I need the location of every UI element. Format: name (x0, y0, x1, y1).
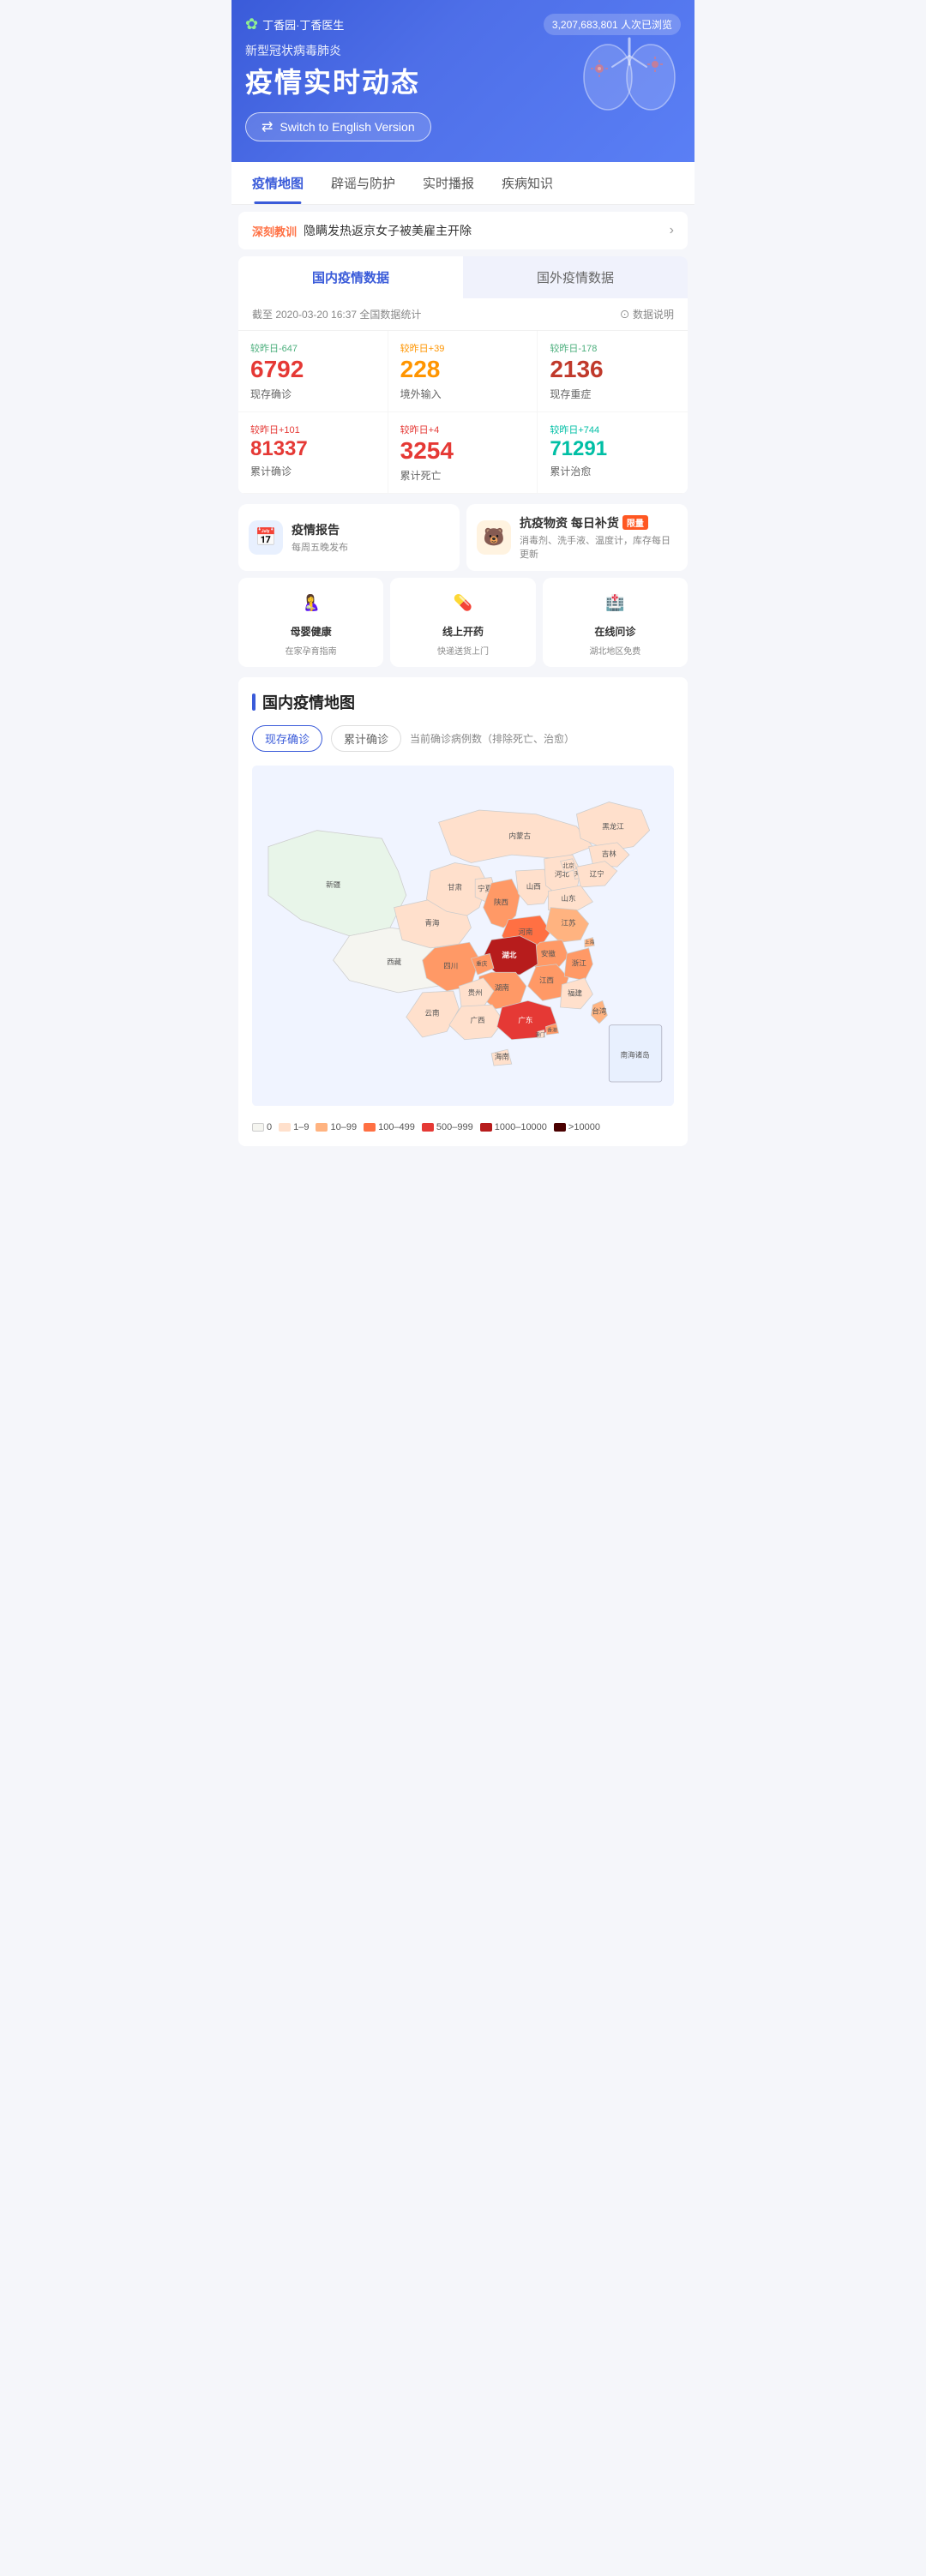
report-icon: 📅 (249, 520, 283, 555)
legend-color-0 (252, 1123, 264, 1132)
service-supplies-title: 抗疫物资 每日补货 限量 (520, 514, 677, 531)
tab-domestic-data[interactable]: 国内疫情数据 (238, 256, 463, 298)
map-title-bar (252, 694, 256, 711)
service-report-title: 疫情报告 (292, 521, 348, 538)
data-cell-severe: 较昨日-178 2136 现存重症 (538, 331, 688, 412)
english-version-button[interactable]: ⇄ Switch to English Version (245, 112, 431, 141)
diff-total-recovered: 较昨日+744 (550, 423, 676, 436)
news-arrow-icon: › (670, 223, 674, 238)
data-cell-total-confirmed: 较昨日+101 81337 累计确诊 (238, 412, 388, 494)
switch-icon: ⇄ (262, 118, 273, 135)
legend-500-999: 500–999 (422, 1122, 473, 1132)
label-total-recovered: 累计治愈 (550, 464, 676, 478)
map-legend: 0 1–9 10–99 100–499 500–999 1000–10000 >… (252, 1122, 674, 1132)
data-tabs: 国内疫情数据 国外疫情数据 (238, 256, 688, 298)
legend-10-99: 10–99 (316, 1122, 357, 1132)
service-medicine-title: 线上开药 (442, 624, 484, 639)
legend-100-499: 100–499 (364, 1122, 415, 1132)
data-timestamp: 截至 2020-03-20 16:37 全国数据统计 ⊙ 数据说明 (238, 298, 688, 331)
data-cell-current-confirmed: 较昨日-647 6792 现存确诊 (238, 331, 388, 412)
value-imported: 228 (400, 357, 526, 383)
supplies-badge: 限量 (622, 515, 648, 530)
value-total-confirmed: 81337 (250, 438, 376, 460)
service-card-report[interactable]: 📅 疫情报告 每周五晚发布 (238, 504, 460, 571)
nav-tabs: 疫情地图 辟谣与防护 实时播报 疾病知识 (232, 162, 694, 205)
legend-0: 0 (252, 1122, 272, 1132)
logo-text: 丁香园·丁香医生 (262, 16, 344, 33)
filter-current-confirmed[interactable]: 现存确诊 (252, 725, 322, 752)
legend-color-1-9 (279, 1123, 291, 1132)
medicine-icon: 💊 (448, 588, 478, 619)
value-current-confirmed: 6792 (250, 357, 376, 383)
service-report-content: 疫情报告 每周五晚发布 (292, 521, 348, 554)
service-supplies-desc: 消毒剂、洗手液、温度计，库存每日更新 (520, 533, 677, 561)
logo-icon: ✿ (245, 15, 258, 33)
lungs-decoration (578, 26, 681, 120)
label-severe: 现存重症 (550, 387, 676, 401)
service-section: 📅 疫情报告 每周五晚发布 🐻 抗疫物资 每日补货 限量 消毒剂、洗手液、温度计… (232, 494, 694, 677)
header: ✿ 丁香园·丁香医生 3,207,683,801 人次已浏览 新型冠状病毒肺炎 … (232, 0, 694, 162)
legend-color-500-999 (422, 1123, 434, 1132)
value-total-deaths: 3254 (400, 438, 526, 465)
maternal-icon: 🤱 (296, 588, 327, 619)
legend-1000-10000: 1000–10000 (480, 1122, 547, 1132)
map-title: 国内疫情地图 (262, 691, 355, 713)
legend-color-100-499 (364, 1123, 376, 1132)
service-card-consultation[interactable]: 🏥 在线问诊 湖北地区免费 (543, 578, 688, 667)
china-map-container: 新疆 西藏 青海 内蒙古 甘肃 宁夏 陕西 山西 河北 (252, 766, 674, 1108)
logo: ✿ 丁香园·丁香医生 (245, 15, 344, 33)
service-card-medicine[interactable]: 💊 线上开药 快递送货上门 (390, 578, 535, 667)
data-section: 国内疫情数据 国外疫情数据 截至 2020-03-20 16:37 全国数据统计… (238, 256, 688, 494)
tab-rumor-prevention[interactable]: 辟谣与防护 (317, 162, 409, 204)
tab-epidemic-map[interactable]: 疫情地图 (238, 162, 317, 204)
service-maternal-desc: 在家孕育指南 (286, 644, 337, 657)
news-tag: 深刻教训 (252, 223, 297, 239)
data-grid: 较昨日-647 6792 现存确诊 较昨日+39 228 境外输入 较昨日-17… (238, 331, 688, 494)
label-imported: 境外输入 (400, 387, 526, 401)
service-supplies-content: 抗疫物资 每日补货 限量 消毒剂、洗手液、温度计，库存每日更新 (520, 514, 677, 561)
data-help[interactable]: ⊙ 数据说明 (620, 307, 674, 321)
label-total-confirmed: 累计确诊 (250, 464, 376, 478)
value-severe: 2136 (550, 357, 676, 383)
diff-current-confirmed: 较昨日-647 (250, 341, 376, 355)
consultation-icon: 🏥 (599, 588, 630, 619)
news-text: 隐瞒发热返京女子被美雇主开除 (304, 222, 670, 239)
service-report-desc: 每周五晚发布 (292, 540, 348, 554)
map-section: 国内疫情地图 现存确诊 累计确诊 当前确诊病例数（排除死亡、治愈） 新疆 西藏 … (238, 677, 688, 1146)
diff-total-deaths: 较昨日+4 (400, 423, 526, 436)
tab-disease-knowledge[interactable]: 疾病知识 (488, 162, 567, 204)
label-total-deaths: 累计死亡 (400, 468, 526, 483)
tab-live-broadcast[interactable]: 实时播报 (409, 162, 488, 204)
filter-cumulative-confirmed[interactable]: 累计确诊 (331, 725, 401, 752)
supplies-icon: 🐻 (477, 520, 511, 555)
legend-color-10-99 (316, 1123, 328, 1132)
service-maternal-title: 母婴健康 (291, 624, 332, 639)
data-cell-imported: 较昨日+39 228 境外输入 (388, 331, 538, 412)
label-current-confirmed: 现存确诊 (250, 387, 376, 401)
tab-foreign-data[interactable]: 国外疫情数据 (463, 256, 688, 298)
data-cell-total-deaths: 较昨日+4 3254 累计死亡 (388, 412, 538, 494)
map-filter-row: 现存确诊 累计确诊 当前确诊病例数（排除死亡、治愈） (252, 725, 674, 752)
diff-total-confirmed: 较昨日+101 (250, 423, 376, 436)
legend-over-10000: >10000 (554, 1122, 600, 1132)
map-filter-desc: 当前确诊病例数（排除死亡、治愈） (410, 731, 574, 746)
service-medicine-desc: 快递送货上门 (437, 644, 489, 657)
service-row-2: 🤱 母婴健康 在家孕育指南 💊 线上开药 快递送货上门 🏥 在线问诊 湖北地区免… (238, 578, 688, 667)
legend-color-1000-10000 (480, 1123, 492, 1132)
legend-1-9: 1–9 (279, 1122, 309, 1132)
service-consultation-title: 在线问诊 (594, 624, 635, 639)
legend-color-over-10000 (554, 1123, 566, 1132)
diff-severe: 较昨日-178 (550, 341, 676, 355)
service-card-supplies[interactable]: 🐻 抗疫物资 每日补货 限量 消毒剂、洗手液、温度计，库存每日更新 (466, 504, 688, 571)
diff-imported: 较昨日+39 (400, 341, 526, 355)
news-banner[interactable]: 深刻教训 隐瞒发热返京女子被美雇主开除 › (238, 212, 688, 249)
data-cell-total-recovered: 较昨日+744 71291 累计治愈 (538, 412, 688, 494)
china-map-svg: 新疆 西藏 青海 内蒙古 甘肃 宁夏 陕西 山西 河北 (252, 766, 674, 1106)
value-total-recovered: 71291 (550, 438, 676, 460)
service-consultation-desc: 湖北地区免费 (589, 644, 640, 657)
map-title-row: 国内疫情地图 (252, 691, 674, 713)
service-card-maternal[interactable]: 🤱 母婴健康 在家孕育指南 (238, 578, 383, 667)
service-row-1: 📅 疫情报告 每周五晚发布 🐻 抗疫物资 每日补货 限量 消毒剂、洗手液、温度计… (238, 504, 688, 571)
